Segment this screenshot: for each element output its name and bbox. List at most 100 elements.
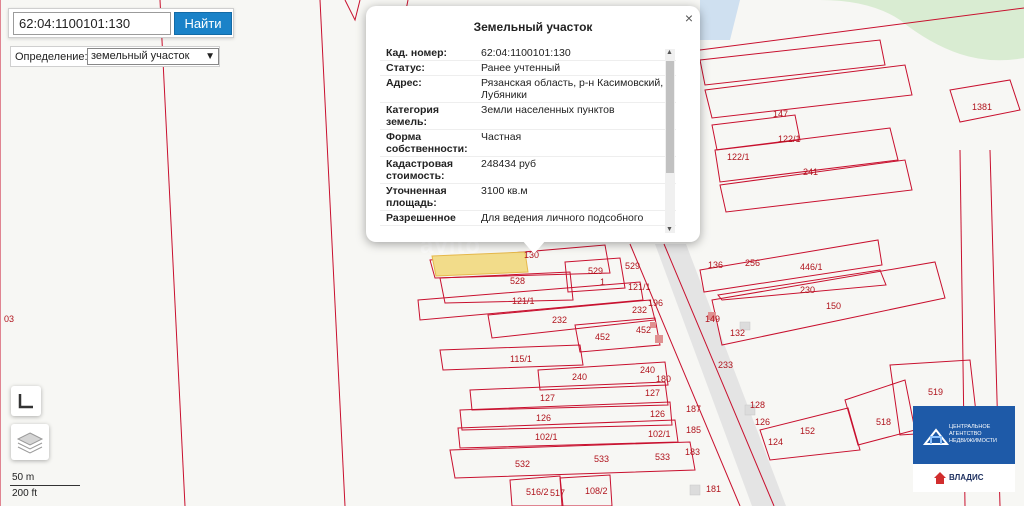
parcel-label: 152 xyxy=(800,426,815,436)
parcel-label: 180 xyxy=(656,374,671,384)
attribute-value: 248434 руб xyxy=(481,158,537,170)
attribute-value: Земли населенных пунктов xyxy=(481,104,615,116)
layers-button[interactable] xyxy=(11,424,49,460)
parcel-label: 122/1 xyxy=(727,152,750,162)
definition-select[interactable]: земельный участок ▼ xyxy=(87,48,219,65)
parcel-label: 452 xyxy=(595,332,610,342)
parcel-label: 452 xyxy=(636,325,651,335)
attribute-value: 62:04:1100101:130 xyxy=(481,47,571,59)
parcel-label: 528 xyxy=(510,276,525,286)
definition-selected-value: земельный участок xyxy=(91,50,190,62)
parcel-label: 127 xyxy=(540,393,555,403)
parcel-label: 102/1 xyxy=(648,429,671,439)
popup-scrollbar[interactable]: ▲ ▼ xyxy=(665,49,675,233)
brand-name-bar: ВЛАДИС xyxy=(913,464,1015,492)
parcel-label: 132 xyxy=(730,328,745,338)
layers-icon xyxy=(16,432,44,454)
parcel-label: 446/1 xyxy=(800,262,823,272)
attribute-value: Частная xyxy=(481,131,522,143)
attribute-row: Кад. номер: 62:04:1100101:130 xyxy=(380,46,676,61)
attribute-key: Адрес: xyxy=(386,77,422,89)
parcel-label: 529 xyxy=(588,266,603,276)
measure-icon xyxy=(18,394,33,409)
parcel-label: 127 xyxy=(645,388,660,398)
parcel-label: 122/1 xyxy=(778,134,801,144)
parcel-label: 519 xyxy=(928,387,943,397)
attribute-row: Уточненная площадь: 3100 кв.м xyxy=(380,184,676,211)
scroll-thumb[interactable] xyxy=(666,61,674,173)
definition-label: Определение: xyxy=(15,51,88,63)
parcel-label: 240 xyxy=(640,365,655,375)
scale-imperial: 200 ft xyxy=(12,488,38,499)
parcel-label: 232 xyxy=(552,315,567,325)
attribute-value: 3100 кв.м xyxy=(481,185,528,197)
parcel-label: 181 xyxy=(706,484,721,494)
parcel-label: 232 xyxy=(632,305,647,315)
attribute-row: Категория земель: Земли населенных пункто… xyxy=(380,103,676,130)
chevron-down-icon: ▼ xyxy=(205,51,215,62)
parcel-label: 150 xyxy=(826,301,841,311)
brand-banner: ЦЕНТРАЛЬНОЕ АГЕНТСТВО НЕДВИЖИМОСТИ xyxy=(913,406,1015,464)
search-box: Найти xyxy=(8,8,234,38)
definition-control: Определение: земельный участок ▼ xyxy=(10,46,220,67)
attribute-row: Кадастровая стоимость: 248434 руб xyxy=(380,157,676,184)
scale-metric: 50 m xyxy=(12,472,35,483)
parcel-label: 196 xyxy=(648,298,663,308)
attribute-value: Рязанская область, р-н Касимовский, с Лу… xyxy=(481,77,672,101)
scale-bar xyxy=(10,485,80,486)
parcel-label: 121/1 xyxy=(628,282,651,292)
attribute-key: Кадастровая стоимость: xyxy=(386,158,453,182)
parcel-label: 183 xyxy=(685,447,700,457)
parcel-label: 516/2 xyxy=(526,487,549,497)
parcel-label: 03 xyxy=(4,314,14,324)
attribute-row: Статус: Ранее учтенный xyxy=(380,61,676,76)
find-button[interactable]: Найти xyxy=(174,12,232,35)
parcel-label: 115/1 xyxy=(510,354,532,364)
parcel-label: 529 xyxy=(625,261,640,271)
parcel-label: 102/1 xyxy=(535,432,558,442)
parcel-label: 1381 xyxy=(972,102,992,112)
parcel-label: 136 xyxy=(708,260,723,270)
parcel-label: 240 xyxy=(572,372,587,382)
attribute-value: Для ведения личного подсобного xyxy=(481,212,644,224)
brand-tagline: ЦЕНТРАЛЬНОЕ АГЕНТСТВО НЕДВИЖИМОСТИ xyxy=(949,424,997,444)
attribute-key: Разрешенное xyxy=(386,212,456,224)
parcel-label: 256 xyxy=(745,258,760,268)
parcel-label: 149 xyxy=(705,314,720,324)
brand-name: ВЛАДИС xyxy=(949,473,984,482)
parcel-label: 128 xyxy=(750,400,765,410)
attribute-row: Разрешенное Для ведения личного подсобног… xyxy=(380,211,676,226)
attribute-key: Уточненная площадь: xyxy=(386,185,447,209)
parcel-label: 187 xyxy=(686,404,701,414)
parcel-label: 518 xyxy=(876,417,891,427)
parcel-label: 533 xyxy=(655,452,670,462)
parcel-label: 108/2 xyxy=(585,486,608,496)
attribute-row: Адрес: Рязанская область, р-н Касимовский… xyxy=(380,76,676,103)
scroll-down-icon[interactable]: ▼ xyxy=(666,226,673,233)
parcel-label: 126 xyxy=(755,417,770,427)
popup-title: Земельный участок xyxy=(473,20,593,34)
cadastral-search-input[interactable] xyxy=(13,12,171,35)
parcel-label: 121/1 xyxy=(512,296,535,306)
measure-button[interactable] xyxy=(11,386,41,416)
close-icon[interactable]: × xyxy=(685,10,693,26)
parcel-label: 126 xyxy=(650,409,665,419)
parcel-label: 124 xyxy=(768,437,783,447)
home-icon xyxy=(934,472,946,484)
parcel-label: 233 xyxy=(718,360,733,370)
brand-logo: ЦЕНТРАЛЬНОЕ АГЕНТСТВО НЕДВИЖИМОСТИ ВЛАДИ… xyxy=(913,406,1015,492)
parcel-info-popup: Земельный участок × Кад. номер: 62:04:110… xyxy=(366,6,700,242)
parcel-label: 230 xyxy=(800,285,815,295)
attribute-value: Ранее учтенный xyxy=(481,62,561,74)
attribute-key: Форма собственности: xyxy=(386,131,468,155)
parcel-label: 1 xyxy=(600,277,605,287)
parcel-label: 241 xyxy=(803,167,818,177)
parcel-label: 147 xyxy=(773,109,788,119)
scroll-up-icon[interactable]: ▲ xyxy=(666,49,673,56)
parcel-label: 517 xyxy=(550,488,565,498)
attribute-key: Кад. номер: xyxy=(386,47,448,59)
parcel-label: 126 xyxy=(536,413,551,423)
parcel-label: 533 xyxy=(594,454,609,464)
attribute-key: Статус: xyxy=(386,62,425,74)
agency-logo-icon xyxy=(922,428,950,445)
